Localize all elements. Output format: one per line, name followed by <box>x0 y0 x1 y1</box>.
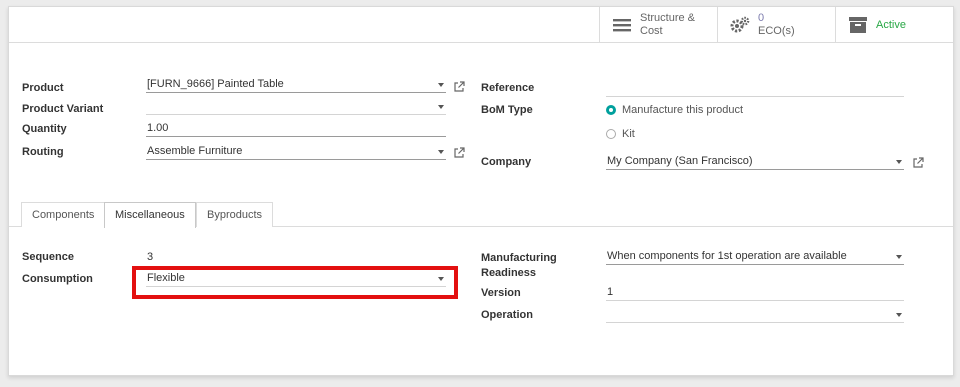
operation-field[interactable] <box>606 307 904 323</box>
structure-label-line1: Structure & <box>640 12 696 24</box>
gears-icon <box>730 15 750 35</box>
routing-label: Routing <box>22 146 64 158</box>
company-field[interactable]: My Company (San Francisco) <box>606 154 904 170</box>
reference-label: Reference <box>481 82 535 94</box>
company-value: My Company (San Francisco) <box>607 155 753 167</box>
tab-byproducts[interactable]: Byproducts <box>196 202 274 227</box>
quantity-value: 1.00 <box>147 122 169 134</box>
manufacturing-readiness-select[interactable]: When components for 1st operation are av… <box>606 249 904 265</box>
routing-field[interactable]: Assemble Furniture <box>146 144 446 160</box>
radio-unchecked-icon <box>606 129 616 139</box>
external-link-icon[interactable] <box>912 157 924 169</box>
version-label: Version <box>481 287 521 299</box>
button-box: Structure & Cost 0 ECO(s) Active <box>599 7 953 43</box>
header-divider <box>9 42 953 43</box>
bom-type-manufacture-label: Manufacture this product <box>622 104 744 116</box>
product-field[interactable]: [FURN_9666] Painted Table <box>146 77 446 93</box>
readiness-value: When components for 1st operation are av… <box>607 250 847 262</box>
bom-type-manufacture-radio[interactable]: Manufacture this product <box>606 104 743 116</box>
chevron-down-icon <box>438 150 444 154</box>
sequence-value: 3 <box>147 251 154 263</box>
company-label: Company <box>481 156 532 168</box>
version-value: 1 <box>607 286 614 298</box>
quantity-field[interactable]: 1.00 <box>146 121 446 137</box>
eco-count: 0 <box>758 12 765 24</box>
routing-value: Assemble Furniture <box>147 145 243 157</box>
chevron-down-icon <box>896 160 902 164</box>
active-label: Active <box>876 18 906 31</box>
highlight-box <box>132 266 458 299</box>
tab-components[interactable]: Components <box>21 202 106 227</box>
version-field[interactable]: 1 <box>606 285 904 301</box>
reference-field[interactable] <box>606 81 904 97</box>
external-link-icon[interactable] <box>453 147 465 159</box>
radio-checked-icon <box>606 105 616 115</box>
eco-label: ECO(s) <box>758 25 795 37</box>
bom-type-kit-label: Kit <box>622 128 635 140</box>
product-variant-label: Product Variant <box>22 103 104 115</box>
readiness-label-line1: Manufacturing <box>481 252 557 264</box>
archive-icon <box>848 15 868 35</box>
list-icon <box>612 15 632 35</box>
chevron-down-icon <box>896 313 902 317</box>
product-label: Product <box>22 82 64 94</box>
product-variant-field[interactable] <box>146 99 446 115</box>
notebook-tabs: Components Miscellaneous Byproducts <box>9 202 953 228</box>
structure-cost-button[interactable]: Structure & Cost <box>599 7 717 43</box>
bom-type-label: BoM Type <box>481 104 533 116</box>
sequence-label: Sequence <box>22 251 74 263</box>
readiness-label-line2: Readiness <box>481 267 537 279</box>
chevron-down-icon <box>896 255 902 259</box>
active-toggle-button[interactable]: Active <box>835 7 953 43</box>
bom-type-kit-radio[interactable]: Kit <box>606 128 635 140</box>
tab-miscellaneous[interactable]: Miscellaneous <box>104 202 196 228</box>
operation-label: Operation <box>481 309 533 321</box>
product-value: [FURN_9666] Painted Table <box>147 78 284 90</box>
quantity-label: Quantity <box>22 123 67 135</box>
form-sheet: Structure & Cost 0 ECO(s) Active Product… <box>8 6 954 376</box>
eco-button[interactable]: 0 ECO(s) <box>717 7 835 43</box>
consumption-label: Consumption <box>22 273 93 285</box>
structure-label-line2: Cost <box>640 25 663 37</box>
manufacturing-readiness-label: Manufacturing Readiness <box>481 251 557 281</box>
chevron-down-icon <box>438 83 444 87</box>
external-link-icon[interactable] <box>453 81 465 93</box>
chevron-down-icon <box>438 105 444 109</box>
